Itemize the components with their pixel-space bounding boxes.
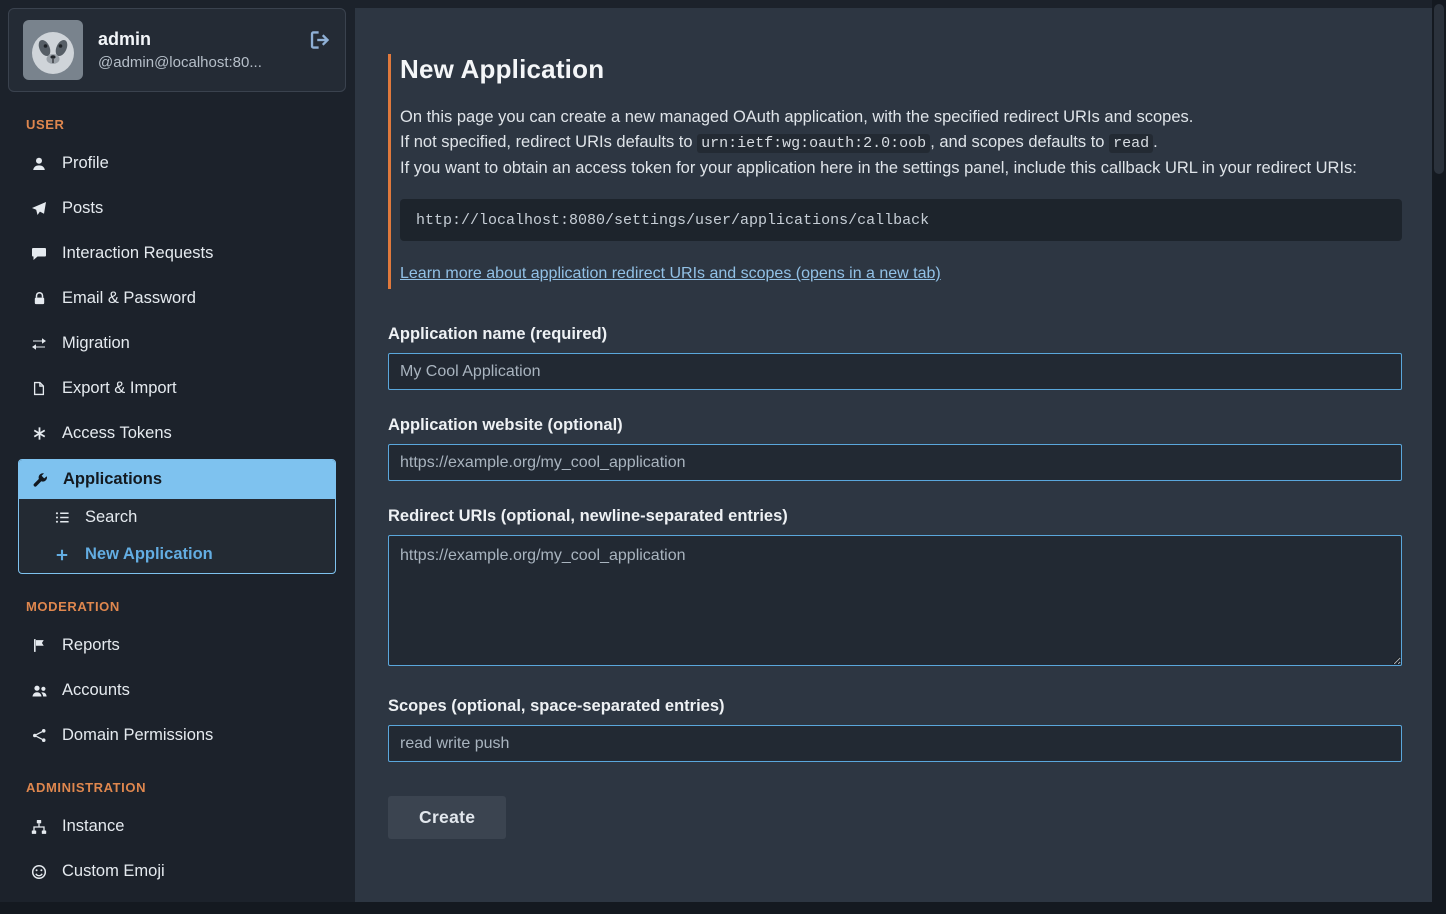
- intro-block: New Application On this page you can cre…: [388, 54, 1402, 289]
- sidebar-item-label: Access Tokens: [62, 423, 172, 444]
- sidebar-item-new-application[interactable]: New Application: [19, 536, 335, 573]
- sitemap-icon: [30, 818, 48, 835]
- redirect-uris-label: Redirect URIs (optional, newline-separat…: [388, 507, 1402, 526]
- users-icon: [30, 682, 48, 699]
- application-website-label: Application website (optional): [388, 416, 1402, 435]
- new-application-form: Application name (required) Application …: [388, 325, 1402, 839]
- user-icon: [30, 155, 48, 172]
- user-handle: @admin@localhost:80...: [98, 54, 262, 71]
- intro-line-3: If you want to obtain an access token fo…: [400, 159, 1357, 177]
- user-meta: admin @admin@localhost:80...: [98, 29, 262, 71]
- sidebar-item-label: Interaction Requests: [62, 243, 213, 264]
- intro-line-2-pre: If not specified, redirect URIs defaults…: [400, 133, 697, 151]
- sidebar-item-label: Email & Password: [62, 288, 196, 309]
- applications-subnav: Search New Application: [19, 499, 335, 573]
- list-icon: [53, 509, 71, 526]
- avatar: [23, 20, 83, 80]
- scopes-input[interactable]: [388, 725, 1402, 762]
- callback-url: http://localhost:8080/settings/user/appl…: [416, 212, 929, 229]
- sidebar-item-label: New Application: [85, 544, 213, 565]
- scopes-label: Scopes (optional, space-separated entrie…: [388, 697, 1402, 716]
- application-name-label: Application name (required): [388, 325, 1402, 344]
- sidebar-item-profile[interactable]: Profile: [18, 144, 336, 183]
- intro-line-2-mid: , and scopes defaults to: [930, 133, 1109, 151]
- asterisk-icon: [30, 425, 48, 442]
- vertical-scrollbar[interactable]: [1432, 0, 1446, 914]
- sidebar-item-label: Custom Emoji: [62, 861, 165, 882]
- smiley-icon: [30, 863, 48, 880]
- sidebar-item-label: Search: [85, 507, 137, 528]
- sidebar-nav-administration: Instance Custom Emoji Actions: [0, 807, 355, 914]
- sign-out-icon: [309, 29, 331, 51]
- sidebar-section-user: USER: [26, 117, 355, 132]
- wrench-icon: [31, 471, 49, 488]
- application-name-field: Application name (required): [388, 325, 1402, 390]
- sidebar-item-reports[interactable]: Reports: [18, 626, 336, 665]
- sidebar-item-domain-permissions[interactable]: Domain Permissions: [18, 716, 336, 755]
- sidebar-item-access-tokens[interactable]: Access Tokens: [18, 414, 336, 453]
- sidebar-item-export-import[interactable]: Export & Import: [18, 369, 336, 408]
- sidebar-item-label: Posts: [62, 198, 103, 219]
- vertical-scrollbar-thumb[interactable]: [1434, 4, 1444, 174]
- sidebar-item-migration[interactable]: Migration: [18, 324, 336, 363]
- main-panel: New Application On this page you can cre…: [355, 8, 1432, 914]
- sidebar-item-instance[interactable]: Instance: [18, 807, 336, 846]
- page-title: New Application: [400, 54, 1402, 85]
- sidebar-item-label: Instance: [62, 816, 124, 837]
- sidebar-item-label: Profile: [62, 153, 109, 174]
- application-website-field: Application website (optional): [388, 416, 1402, 481]
- sidebar-item-label: Domain Permissions: [62, 725, 213, 746]
- applications-group: Applications Search New Application: [18, 459, 336, 574]
- redirect-uris-textarea[interactable]: [388, 535, 1402, 666]
- sidebar-item-interaction-requests[interactable]: Interaction Requests: [18, 234, 336, 273]
- sidebar-nav-moderation: Reports Accounts Domain Permissions: [0, 626, 355, 755]
- sidebar-nav-user: Profile Posts Interaction Requests Email…: [0, 144, 355, 574]
- new-application-page: New Application On this page you can cre…: [388, 8, 1402, 839]
- application-website-input[interactable]: [388, 444, 1402, 481]
- sidebar-item-applications-search[interactable]: Search: [19, 499, 335, 536]
- sidebar-section-moderation: MODERATION: [26, 599, 355, 614]
- create-button[interactable]: Create: [388, 796, 506, 839]
- sidebar-item-posts[interactable]: Posts: [18, 189, 336, 228]
- redirect-uris-field: Redirect URIs (optional, newline-separat…: [388, 507, 1402, 671]
- sidebar-item-label: Migration: [62, 333, 130, 354]
- sloth-avatar-image: [23, 20, 83, 80]
- application-name-input[interactable]: [388, 353, 1402, 390]
- sidebar: admin @admin@localhost:80... USER Profil…: [0, 0, 355, 914]
- sidebar-item-applications[interactable]: Applications: [19, 460, 335, 499]
- sidebar-section-administration: ADMINISTRATION: [26, 780, 355, 795]
- share-nodes-icon: [30, 727, 48, 744]
- sidebar-item-custom-emoji[interactable]: Custom Emoji: [18, 852, 336, 891]
- logout-button[interactable]: [309, 29, 331, 51]
- file-export-icon: [30, 380, 48, 397]
- user-card[interactable]: admin @admin@localhost:80...: [8, 8, 346, 92]
- inline-code-read: read: [1109, 134, 1153, 153]
- intro-line-2-post: .: [1153, 133, 1158, 151]
- plus-icon: [53, 546, 71, 563]
- inline-code-oob: urn:ietf:wg:oauth:2.0:oob: [697, 134, 930, 153]
- sidebar-item-label: Applications: [63, 469, 162, 490]
- exchange-arrows-icon: [30, 335, 48, 352]
- lock-icon: [30, 290, 48, 307]
- user-name: admin: [98, 29, 262, 50]
- learn-more-link[interactable]: Learn more about application redirect UR…: [400, 265, 941, 283]
- sidebar-item-label: Export & Import: [62, 378, 177, 399]
- intro-line-1: On this page you can create a new manage…: [400, 108, 1193, 126]
- sidebar-item-label: Reports: [62, 635, 120, 656]
- sidebar-item-email-password[interactable]: Email & Password: [18, 279, 336, 318]
- sidebar-item-label: Accounts: [62, 680, 130, 701]
- sidebar-item-accounts[interactable]: Accounts: [18, 671, 336, 710]
- scopes-field: Scopes (optional, space-separated entrie…: [388, 697, 1402, 762]
- callback-url-box: http://localhost:8080/settings/user/appl…: [400, 199, 1402, 241]
- intro-text: On this page you can create a new manage…: [400, 105, 1402, 181]
- flag-icon: [30, 637, 48, 654]
- horizontal-scrollbar[interactable]: [0, 902, 1432, 914]
- paper-plane-icon: [30, 200, 48, 217]
- speech-bubble-icon: [30, 245, 48, 262]
